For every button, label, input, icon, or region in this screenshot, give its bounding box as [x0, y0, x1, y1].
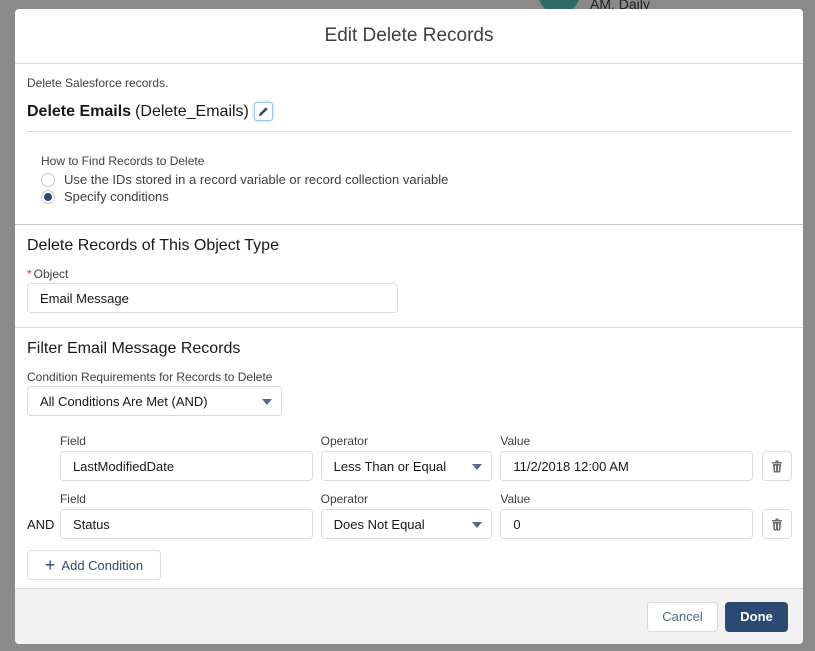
condition-list: Field LastModifiedDate Operator Less Tha… [27, 434, 792, 539]
modal-title: Edit Delete Records [324, 25, 494, 46]
add-condition-button[interactable]: + Add Condition [27, 550, 161, 580]
condition-requirements-select[interactable]: All Conditions Are Met (AND) [27, 386, 282, 416]
chevron-down-icon [472, 522, 483, 528]
radio-use-ids[interactable]: Use the IDs stored in a record variable … [41, 171, 792, 188]
radio-button[interactable] [41, 172, 55, 187]
modal-footer: Cancel Done [15, 588, 803, 644]
element-info-section: Delete Salesforce records. Delete Emails… [15, 64, 803, 225]
object-label: * Object [27, 267, 69, 281]
value-input[interactable]: 0 [500, 509, 754, 539]
operator-label: Operator [320, 434, 368, 448]
element-description: Delete Salesforce records. [27, 76, 169, 90]
delete-condition-button[interactable] [762, 451, 792, 481]
field-label: Field [59, 434, 86, 448]
delete-condition-button[interactable] [762, 509, 792, 539]
operator-label: Operator [320, 492, 368, 506]
operator-select[interactable]: Less Than or Equal [320, 451, 493, 481]
field-input[interactable]: LastModifiedDate [59, 451, 313, 481]
value-label: Value [500, 492, 531, 506]
filter-section-title: Filter Email Message Records [27, 340, 241, 357]
required-marker: * [27, 267, 32, 281]
condition-prefix [27, 451, 60, 481]
condition-row: Field LastModifiedDate Operator Less Tha… [27, 434, 792, 481]
chevron-down-icon [472, 464, 483, 470]
trash-icon [772, 518, 783, 530]
edit-delete-records-modal: Edit Delete Records Delete Salesforce re… [15, 9, 803, 644]
operator-select[interactable]: Does Not Equal [320, 509, 493, 539]
radio-label: Specify conditions [64, 189, 169, 204]
modal-header: Edit Delete Records [15, 9, 803, 64]
edit-name-button[interactable] [253, 102, 273, 121]
condition-row: AND Field Status Operator Does Not Equal… [27, 492, 792, 539]
cancel-button[interactable]: Cancel [647, 601, 718, 632]
radio-specify-conditions[interactable]: Specify conditions [41, 188, 792, 205]
find-records-radio-group: How to Find Records to Delete Use the ID… [27, 132, 792, 205]
object-type-section: Delete Records of This Object Type * Obje… [15, 225, 803, 328]
radio-button-checked[interactable] [41, 189, 55, 204]
value-input[interactable]: 11/2/2018 12:00 AM [500, 451, 754, 481]
field-label: Field [59, 492, 86, 506]
element-label: Delete Emails [27, 102, 132, 120]
value-label: Value [500, 434, 531, 448]
condition-prefix: AND [27, 516, 55, 532]
pencil-icon [258, 107, 268, 117]
plus-icon: + [44, 555, 56, 575]
trash-icon [772, 460, 783, 472]
chevron-down-icon [262, 399, 272, 405]
condition-requirements-label: Condition Requirements for Records to De… [27, 370, 273, 384]
object-input[interactable]: Email Message [27, 283, 398, 313]
field-input[interactable]: Status [59, 509, 313, 539]
element-name-row: Delete Emails (Delete_Emails) [27, 102, 792, 132]
object-section-title: Delete Records of This Object Type [27, 237, 279, 254]
filter-section: Filter Email Message Records Condition R… [15, 328, 803, 580]
element-api-name: (Delete_Emails) [135, 102, 249, 120]
radio-label: Use the IDs stored in a record variable … [64, 172, 449, 187]
find-records-legend: How to Find Records to Delete [41, 154, 205, 168]
done-button[interactable]: Done [725, 601, 788, 632]
